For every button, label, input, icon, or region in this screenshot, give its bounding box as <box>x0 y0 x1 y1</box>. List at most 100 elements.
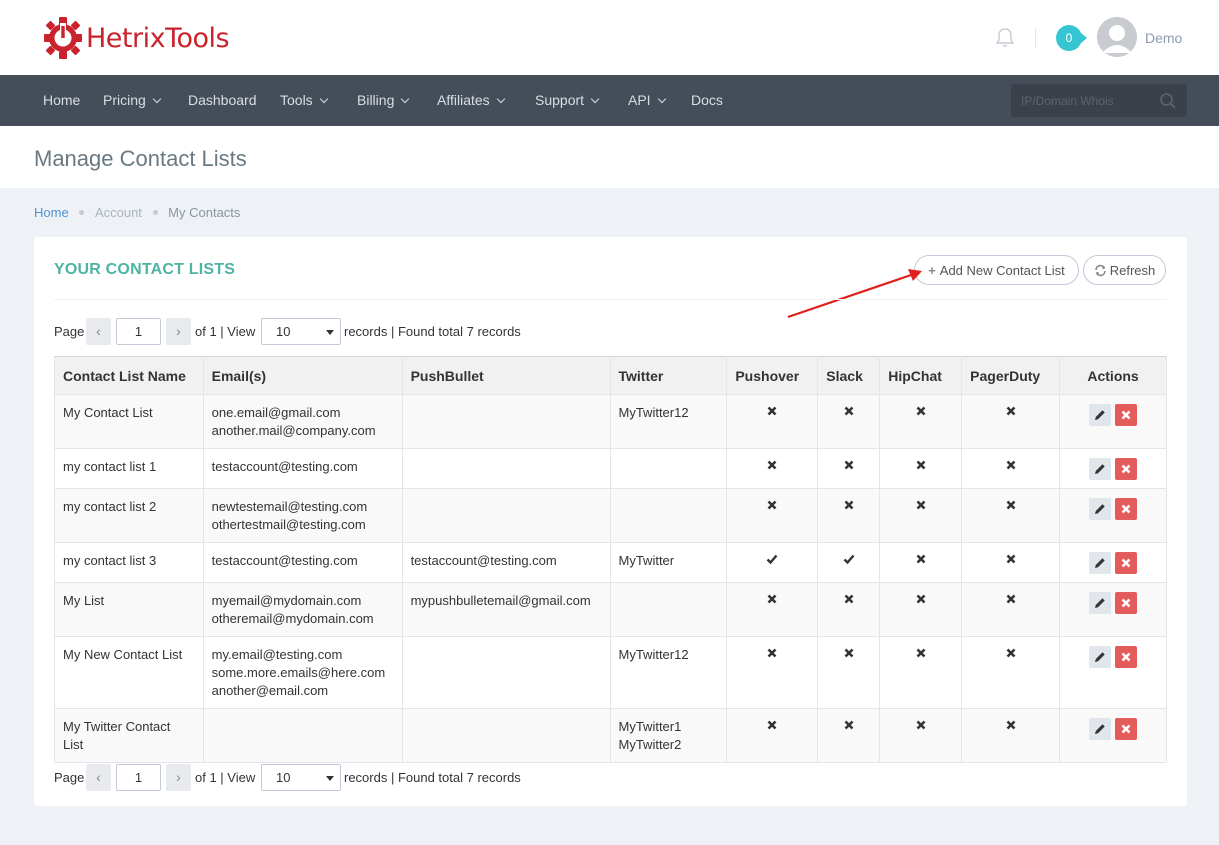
nav-item-support[interactable]: Support <box>535 92 600 108</box>
nav-label: Docs <box>691 92 723 108</box>
edit-button[interactable] <box>1089 552 1112 574</box>
col-header-hipchat[interactable]: HipChat <box>879 356 963 395</box>
x-icon <box>1006 594 1016 604</box>
x-icon <box>844 648 854 658</box>
close-icon <box>1121 724 1131 734</box>
col-header-emails[interactable]: Email(s) <box>202 356 403 395</box>
notification-badge[interactable]: 0 <box>1056 25 1087 51</box>
cell-contact-list-name: my contact list 3 <box>54 542 204 583</box>
x-icon <box>844 460 854 470</box>
per-page-select[interactable]: 10 <box>261 318 341 345</box>
col-header-actions: Actions <box>1059 356 1167 395</box>
table-header-row: Contact List Name Email(s) PushBullet Tw… <box>54 356 1167 395</box>
cell-emails: myemail@mydomain.com otheremail@mydomain… <box>202 582 403 637</box>
x-icon <box>767 594 777 604</box>
x-icon <box>844 406 854 416</box>
cell-pagerduty <box>961 488 1061 543</box>
cell-actions <box>1059 636 1167 709</box>
cell-emails: my.email@testing.com some.more.emails@he… <box>202 636 403 709</box>
nav-item-home[interactable]: Home <box>43 92 80 108</box>
delete-button[interactable] <box>1115 404 1138 426</box>
delete-button[interactable] <box>1115 592 1138 614</box>
col-header-pagerduty[interactable]: PagerDuty <box>961 356 1061 395</box>
pencil-icon <box>1095 598 1105 608</box>
cell-contact-list-name: My List <box>54 582 204 637</box>
edit-button[interactable] <box>1089 404 1112 426</box>
edit-button[interactable] <box>1089 646 1112 668</box>
chevron-down-icon <box>590 94 600 104</box>
cell-contact-list-name: My Twitter Contact List <box>54 708 204 763</box>
edit-button[interactable] <box>1089 458 1112 480</box>
cell-pushover <box>726 542 819 583</box>
cell-hipchat <box>879 488 963 543</box>
cell-slack <box>817 636 881 709</box>
refresh-button[interactable]: Refresh <box>1083 255 1166 285</box>
check-icon <box>766 554 778 565</box>
col-header-name[interactable]: Contact List Name <box>54 356 204 395</box>
breadcrumb-home[interactable]: Home <box>34 205 69 220</box>
col-header-pushbullet[interactable]: PushBullet <box>401 356 611 395</box>
nav-label: Home <box>43 92 81 108</box>
col-header-slack[interactable]: Slack <box>817 356 881 395</box>
user-name[interactable]: Demo <box>1145 30 1182 46</box>
x-icon <box>916 460 926 470</box>
x-icon <box>1006 648 1016 658</box>
cell-contact-list-name: my contact list 2 <box>54 488 204 543</box>
close-icon <box>1121 464 1131 474</box>
cell-slack <box>817 708 881 763</box>
prev-page-button[interactable]: ‹ <box>86 764 111 791</box>
nav-item-dashboard[interactable]: Dashboard <box>188 92 257 108</box>
cell-pushbullet <box>401 488 611 543</box>
page-number-input[interactable]: 1 <box>116 764 161 791</box>
header-divider <box>1035 28 1036 48</box>
edit-button[interactable] <box>1089 718 1112 740</box>
next-page-button[interactable]: › <box>166 318 191 345</box>
nav-label: Dashboard <box>188 92 257 108</box>
cell-twitter <box>609 488 728 543</box>
table-row: my contact list 2 newtestemail@testing.co… <box>54 488 1167 543</box>
col-header-twitter[interactable]: Twitter <box>609 356 728 395</box>
x-icon <box>1006 554 1016 564</box>
per-page-select[interactable]: 10 <box>261 764 341 791</box>
nav-item-billing[interactable]: Billing <box>357 92 410 108</box>
edit-button[interactable] <box>1089 592 1112 614</box>
whois-search-input[interactable] <box>1021 84 1161 117</box>
delete-button[interactable] <box>1115 458 1138 480</box>
pencil-icon <box>1095 558 1105 568</box>
delete-button[interactable] <box>1115 498 1138 520</box>
delete-button[interactable] <box>1115 552 1138 574</box>
nav-label: Billing <box>357 92 395 108</box>
breadcrumb-separator <box>79 210 85 215</box>
edit-button[interactable] <box>1089 498 1112 520</box>
page-number-input[interactable]: 1 <box>116 318 161 345</box>
avatar[interactable] <box>1097 17 1137 57</box>
nav-item-docs[interactable]: Docs <box>691 92 723 108</box>
delete-button[interactable] <box>1115 718 1138 740</box>
nav-item-affiliates[interactable]: Affiliates <box>437 92 505 108</box>
add-contact-list-button[interactable]: + Add New Contact List <box>914 255 1079 285</box>
next-page-button[interactable]: › <box>166 764 191 791</box>
cell-pagerduty <box>961 582 1061 637</box>
prev-page-button[interactable]: ‹ <box>86 318 111 345</box>
user-avatar-icon <box>1097 17 1137 57</box>
close-icon <box>1121 558 1131 568</box>
pager-records-text: records | Found total 7 records <box>344 770 521 785</box>
x-icon <box>916 500 926 510</box>
table-row: my contact list 1 testaccount@testing.com <box>54 448 1167 489</box>
nav-item-api[interactable]: API <box>628 92 666 108</box>
brand-logo[interactable]: HetrixTools <box>44 16 230 60</box>
chevron-down-icon <box>401 94 410 104</box>
bell-icon[interactable] <box>994 27 1016 49</box>
top-header: HetrixTools 0 Demo <box>0 0 1219 75</box>
search-icon[interactable] <box>1159 92 1177 110</box>
col-header-pushover[interactable]: Pushover <box>726 356 819 395</box>
cell-twitter: MyTwitter12 <box>609 636 728 709</box>
cell-pushbullet <box>401 394 611 449</box>
pencil-icon <box>1095 464 1105 474</box>
nav-item-pricing[interactable]: Pricing <box>103 92 162 108</box>
cell-pushbullet: testaccount@testing.com <box>401 542 611 583</box>
nav-label: Support <box>535 92 585 108</box>
delete-button[interactable] <box>1115 646 1138 668</box>
plus-icon: + <box>928 262 936 278</box>
nav-item-tools[interactable]: Tools <box>280 92 328 108</box>
